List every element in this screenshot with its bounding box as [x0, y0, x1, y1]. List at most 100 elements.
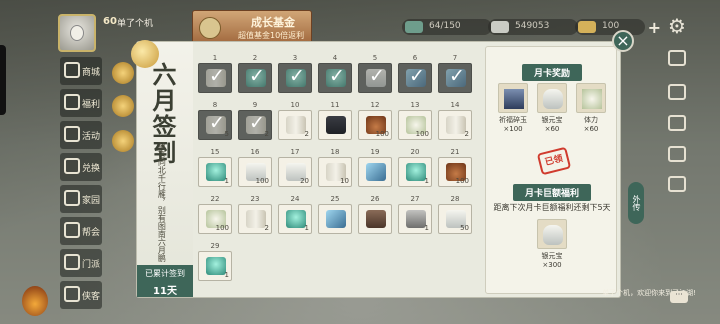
reward-slot: 1: [278, 204, 312, 234]
day-number: 2: [252, 54, 258, 62]
signin-day-cell[interactable]: 7 ✓: [438, 54, 472, 93]
book-icon[interactable]: [668, 176, 686, 192]
signin-day-cell[interactable]: 20 1: [398, 148, 432, 187]
claimed-check-icon: ✓: [409, 65, 425, 87]
signin-day-cell[interactable]: 14 2: [438, 101, 472, 140]
side-story-button[interactable]: 外传: [628, 182, 644, 224]
reward-slot: ✓ 2: [238, 110, 272, 140]
side-menu-item[interactable]: 活动: [60, 121, 102, 149]
reward-slot: ✓: [358, 63, 392, 93]
reward-slot: 100: [238, 157, 272, 187]
bag-icon[interactable]: [668, 84, 686, 100]
signin-day-cell[interactable]: 2 ✓: [238, 54, 272, 93]
monthly-reward[interactable]: 体力 ×60: [575, 83, 607, 133]
growth-fund-banner[interactable]: 成长基金 超值基金10倍返利: [192, 10, 312, 44]
map-icon[interactable]: [668, 50, 686, 66]
jade-icon: [206, 257, 226, 275]
total-signin-label: 已累计签到: [145, 269, 185, 278]
day-number: 12: [370, 101, 380, 109]
golden-orb-icon[interactable]: [112, 62, 134, 84]
signin-day-grid: 1 ✓ 2 ✓ 3 ✓ 4 ✓ 5 ✓ 6 ✓ 7 ✓ 8 ✓ 5 9 ✓ 2 10 2 11 12 100 13 100 14 2 15…: [198, 54, 476, 286]
signin-day-cell[interactable]: 25: [318, 195, 352, 234]
reward-slot: 2: [238, 204, 272, 234]
resource-value: 100: [602, 21, 620, 31]
jade-icon: [406, 163, 426, 181]
signin-day-cell[interactable]: 28 50: [438, 195, 472, 234]
signin-day-cell[interactable]: 26: [358, 195, 392, 234]
day-number: 4: [332, 54, 338, 62]
day-number: 19: [370, 148, 380, 156]
reward-slot: 100: [398, 110, 432, 140]
side-menu-item[interactable]: 侠客: [60, 281, 102, 309]
day-number: 27: [410, 195, 420, 203]
signin-day-cell[interactable]: 21 100: [438, 148, 472, 187]
signin-day-cell[interactable]: 9 ✓ 2: [238, 101, 272, 140]
signin-day-cell[interactable]: 27 1: [398, 195, 432, 234]
signin-day-cell[interactable]: 4 ✓: [318, 54, 352, 93]
side-menu-item[interactable]: 兑换: [60, 153, 102, 181]
signin-day-cell[interactable]: 16 100: [238, 148, 272, 187]
close-button[interactable]: ×: [612, 30, 634, 52]
golden-orb-icon[interactable]: [112, 95, 134, 117]
stamina-icon: [582, 89, 602, 109]
signin-day-cell[interactable]: 15 1: [198, 148, 232, 187]
signin-day-cell[interactable]: 13 100: [398, 101, 432, 140]
side-menu-item[interactable]: 商城: [60, 57, 102, 85]
signin-day-cell[interactable]: 5 ✓: [358, 54, 392, 93]
add-gold-button[interactable]: +: [648, 18, 661, 37]
signin-day-cell[interactable]: 10 2: [278, 101, 312, 140]
monthly-reward[interactable]: 祈福碎玉 ×100: [497, 83, 529, 133]
sect-icon: [64, 254, 80, 270]
signin-day-cell[interactable]: 22 100: [198, 195, 232, 234]
signin-day-cell[interactable]: 24 1: [278, 195, 312, 234]
side-menu-item[interactable]: 帮会: [60, 217, 102, 245]
reward-qty: 20: [300, 177, 309, 185]
signin-day-cell[interactable]: 1 ✓: [198, 54, 232, 93]
side-menu-item[interactable]: 福利: [60, 89, 102, 117]
reward-name: 银元宝: [541, 252, 563, 260]
scroll-icon: [286, 116, 306, 134]
side-menu-label: 兑换: [82, 164, 101, 174]
signin-day-cell[interactable]: 19: [358, 148, 392, 187]
reward-qty: ×60: [583, 125, 599, 133]
box-icon: [326, 116, 346, 134]
reward-qty: 100: [255, 177, 269, 185]
claimed-check-icon: ✓: [209, 112, 225, 134]
signin-day-cell[interactable]: 12 100: [358, 101, 392, 140]
silver-ingot-icon: [543, 225, 563, 245]
skill-icon[interactable]: [668, 146, 686, 162]
fire-icon[interactable]: [22, 286, 48, 316]
player-avatar[interactable]: [58, 14, 96, 52]
day-number: 29: [210, 242, 220, 250]
day-number: 26: [370, 195, 380, 203]
exchange-icon: [64, 158, 80, 174]
bonus-title: 月卡巨额福利: [486, 181, 618, 201]
settings-gear-icon[interactable]: ⚙: [668, 14, 686, 38]
signin-day-cell[interactable]: 17 20: [278, 148, 312, 187]
signin-day-cell[interactable]: 8 ✓ 5: [198, 101, 232, 140]
claimed-check-icon: ✓: [369, 65, 385, 87]
signin-day-cell[interactable]: 29 1: [198, 242, 232, 281]
reward-slot: 100: [358, 110, 392, 140]
reward-qty: 1: [424, 224, 429, 232]
signin-day-cell[interactable]: 3 ✓: [278, 54, 312, 93]
gold-ingot-icon: [578, 21, 596, 33]
scroll-icon: [246, 210, 266, 228]
reward-qty: 100: [215, 224, 229, 232]
chat-more-button[interactable]: ···: [670, 291, 688, 303]
signin-day-cell[interactable]: 23 2: [238, 195, 272, 234]
quest-icon[interactable]: [668, 115, 686, 131]
shop-icon: [64, 62, 80, 78]
signin-day-cell[interactable]: 6 ✓: [398, 54, 432, 93]
reward-slot: ✓: [238, 63, 272, 93]
golden-orb-icon[interactable]: [112, 130, 134, 152]
day-number: 11: [330, 101, 340, 109]
monthly-reward[interactable]: 银元宝 ×60: [536, 83, 568, 133]
side-menu-item[interactable]: 门派: [60, 249, 102, 277]
day-number: 15: [210, 148, 220, 156]
reward-slot: 50: [438, 204, 472, 234]
bonus-reward[interactable]: 银元宝 ×300: [536, 219, 568, 269]
signin-day-cell[interactable]: 18 10: [318, 148, 352, 187]
signin-day-cell[interactable]: 11: [318, 101, 352, 140]
side-menu-item[interactable]: 家园: [60, 185, 102, 213]
